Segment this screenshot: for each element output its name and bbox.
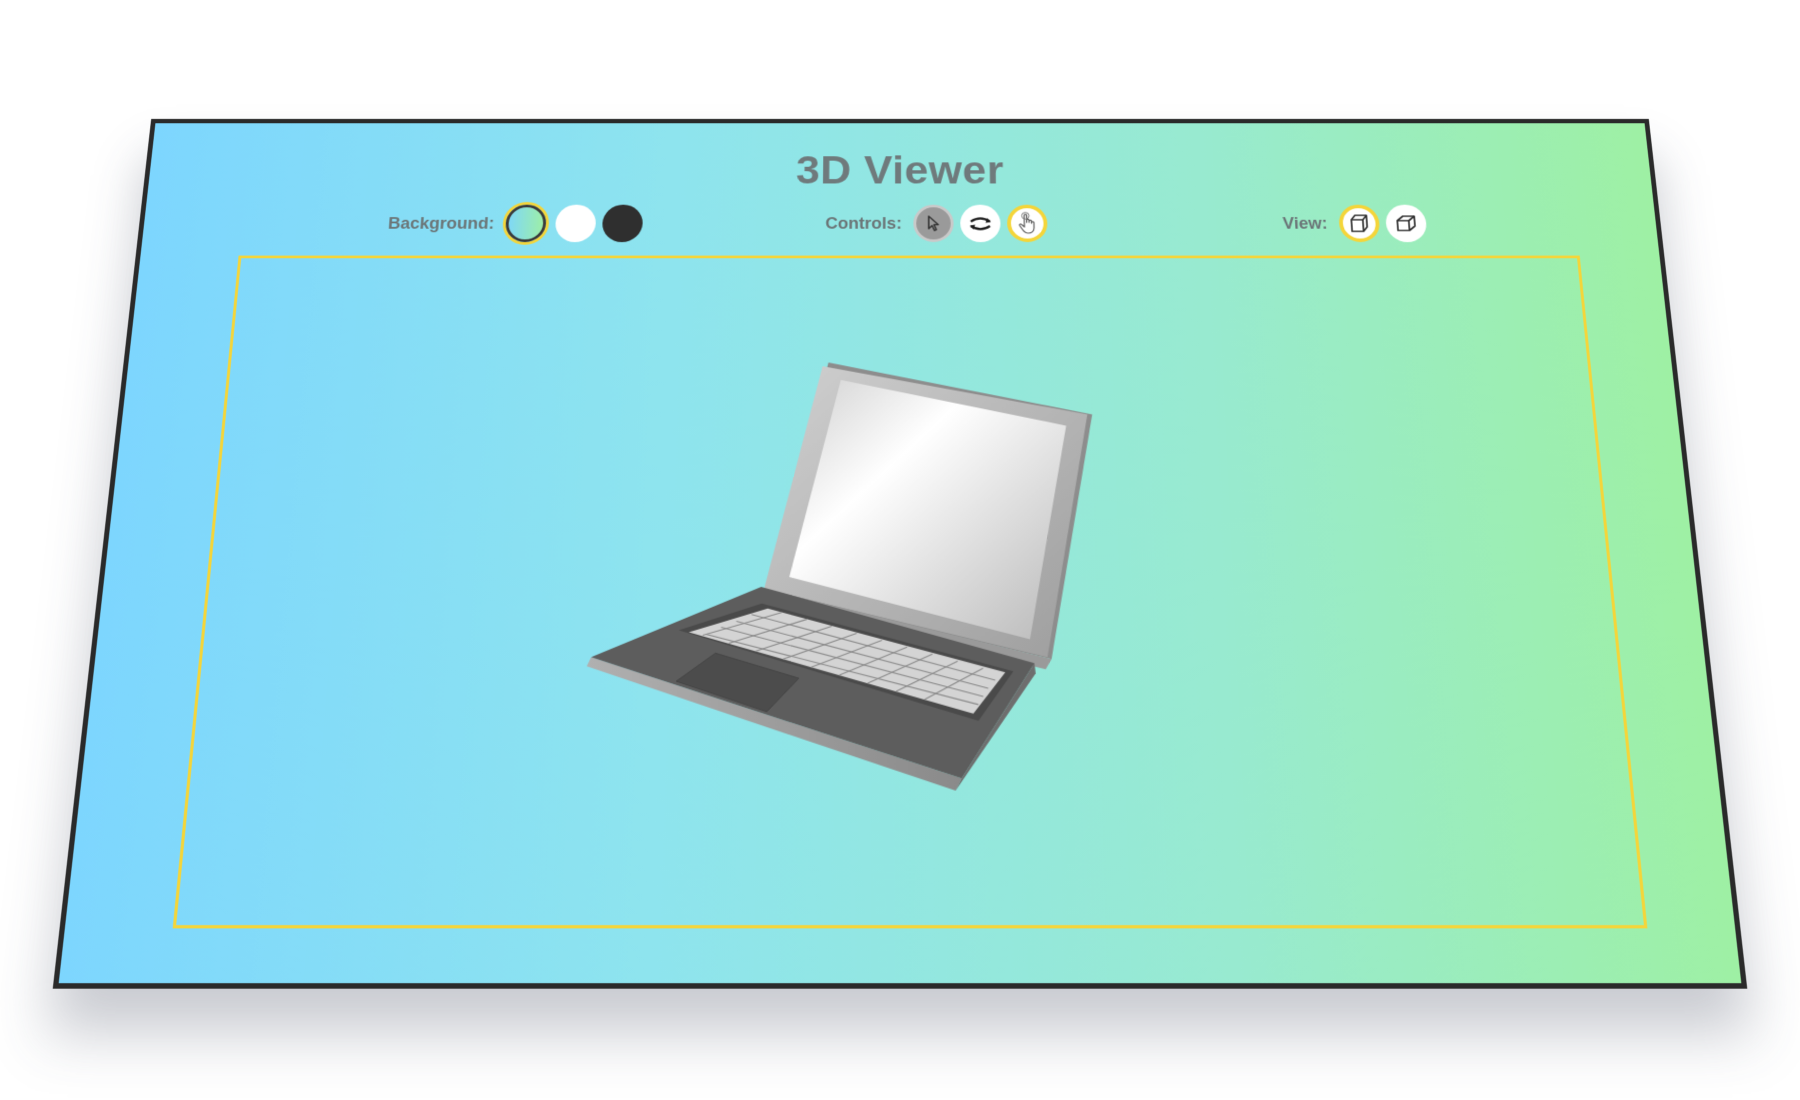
background-dark-option[interactable] <box>601 204 644 243</box>
pan-control-button[interactable] <box>1006 204 1048 243</box>
viewer-window: 3D Viewer Background: Controls: View: <box>52 118 1748 989</box>
select-pointer-control-button[interactable] <box>913 204 954 243</box>
3d-viewport[interactable] <box>172 255 1648 929</box>
page-title: 3D Viewer <box>795 147 1005 193</box>
controls-label: Controls: <box>825 213 902 232</box>
stage: 3D Viewer Background: Controls: View: <box>0 0 1800 1100</box>
background-gradient-option[interactable] <box>504 204 547 243</box>
background-white-option[interactable] <box>554 204 597 243</box>
hand-pointer-icon <box>1015 211 1040 236</box>
controls-selector: Controls: <box>825 202 1054 245</box>
orthographic-view-button[interactable] <box>1384 204 1428 243</box>
background-selector: Background: <box>386 202 650 245</box>
orthographic-cube-icon <box>1393 212 1420 235</box>
laptop-model <box>581 362 1100 791</box>
view-selector: View: <box>1281 202 1434 245</box>
rotate-control-button[interactable] <box>960 204 1001 243</box>
view-label: View: <box>1282 213 1328 232</box>
background-label: Background: <box>387 213 495 232</box>
perspective-view-button[interactable] <box>1337 204 1381 243</box>
perspective-cube-icon <box>1346 212 1372 235</box>
select-pointer-icon <box>922 213 945 234</box>
rotate-arrows-icon <box>966 213 995 234</box>
